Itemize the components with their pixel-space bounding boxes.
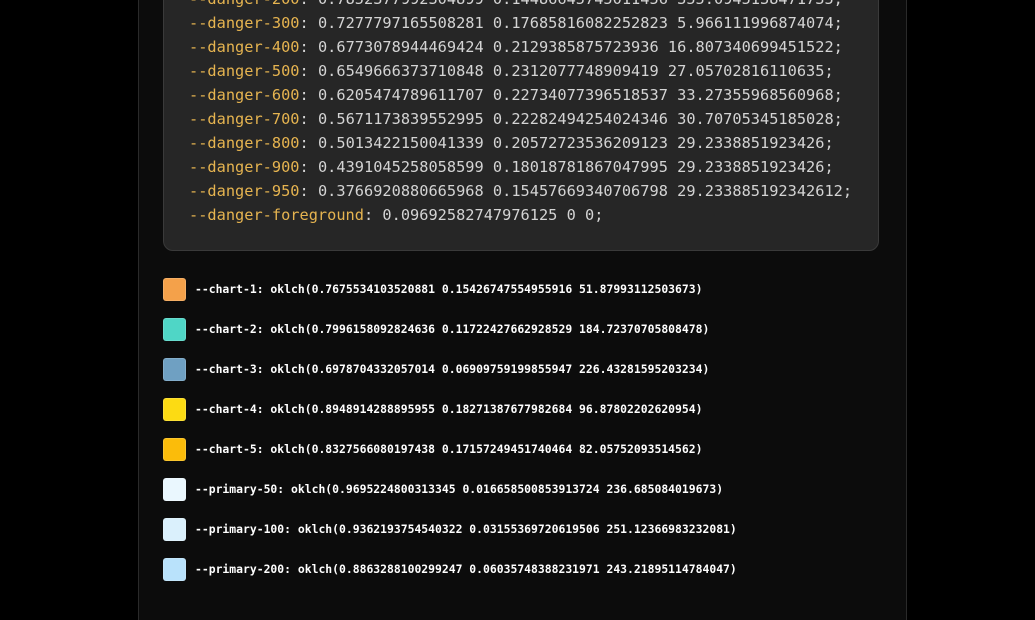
- colon: :: [299, 134, 318, 152]
- color-swatch: [163, 318, 186, 341]
- css-variable-value: 0.6549666373710848 0.2312077748909419 27…: [317, 62, 834, 80]
- css-variable-name: --danger-600: [189, 86, 300, 104]
- color-swatch: [163, 478, 186, 501]
- colon: :: [299, 158, 318, 176]
- color-swatch: [163, 438, 186, 461]
- code-line: --danger-foreground: 0.09692582747976125…: [189, 203, 603, 227]
- css-variable-value: 0.5013422150041339 0.20572723536209123 2…: [317, 134, 834, 152]
- color-swatch: [163, 518, 186, 541]
- swatch-label: --primary-50: oklch(0.9695224800313345 0…: [195, 482, 724, 496]
- swatch-label: --chart-5: oklch(0.8327566080197438 0.17…: [195, 442, 703, 456]
- code-line: --danger-600: 0.6205474789611707 0.22734…: [189, 83, 843, 107]
- swatch-label: --chart-3: oklch(0.6978704332057014 0.06…: [195, 362, 710, 376]
- css-variable-value: 0.6205474789611707 0.22734077396518537 3…: [317, 86, 843, 104]
- code-line: --danger-700: 0.5671173839552995 0.22282…: [189, 107, 843, 131]
- colon: :: [363, 206, 383, 224]
- code-line: --danger-300: 0.7277797165508281 0.17685…: [189, 11, 843, 35]
- css-variable-value: 0.7277797165508281 0.17685816082252823 5…: [317, 14, 843, 32]
- colon: :: [299, 62, 318, 80]
- code-line: --danger-800: 0.5013422150041339 0.20572…: [189, 131, 834, 155]
- css-variable-value: 0.5671173839552995 0.22282494254024346 3…: [317, 110, 843, 128]
- color-swatch: [163, 398, 186, 421]
- css-variable-name: --danger-200: [189, 0, 300, 8]
- code-line: --danger-900: 0.4391045258058599 0.18018…: [189, 155, 834, 179]
- code-line: --danger-500: 0.6549666373710848 0.23120…: [189, 59, 834, 83]
- css-variable-value: 0.09692582747976125 0 0;: [382, 206, 604, 224]
- color-swatch: [163, 278, 186, 301]
- swatch-label: --primary-200: oklch(0.8863288100299247 …: [195, 562, 737, 576]
- swatch-label: --chart-2: oklch(0.7996158092824636 0.11…: [195, 322, 710, 336]
- css-variable-name: --danger-400: [189, 38, 300, 56]
- swatch-label: --chart-4: oklch(0.8948914288895955 0.18…: [195, 402, 703, 416]
- colon: :: [300, 0, 318, 8]
- css-variable-name: --danger-300: [189, 14, 300, 32]
- colon: :: [299, 182, 318, 200]
- color-swatch: [163, 558, 186, 581]
- css-variable-value: 0.7852377992304899 0.14486645745011456 3…: [318, 0, 843, 8]
- colon: :: [299, 38, 318, 56]
- css-variable-name: --danger-900: [189, 158, 300, 176]
- css-variable-name: --danger-700: [189, 110, 300, 128]
- swatch-label: --chart-1: oklch(0.7675534103520881 0.15…: [195, 282, 703, 296]
- code-line: --danger-200: 0.7852377992304899 0.14486…: [189, 0, 843, 11]
- css-variable-name: --danger-500: [189, 62, 300, 80]
- code-line: --danger-950: 0.3766920880665968 0.15457…: [189, 179, 852, 203]
- colon: :: [299, 14, 318, 32]
- code-line: --danger-400: 0.6773078944469424 0.21293…: [189, 35, 843, 59]
- colon: :: [299, 86, 318, 104]
- color-swatch: [163, 358, 186, 381]
- css-variable-value: 0.4391045258058599 0.18018781867047995 2…: [317, 158, 834, 176]
- css-variable-value: 0.6773078944469424 0.2129385875723936 16…: [317, 38, 843, 56]
- css-variable-name: --danger-950: [189, 182, 300, 200]
- css-variable-value: 0.3766920880665968 0.15457669340706798 2…: [317, 182, 853, 200]
- swatch-label: --primary-100: oklch(0.9362193754540322 …: [195, 522, 737, 536]
- css-variable-name: --danger-800: [189, 134, 300, 152]
- css-variable-name: --danger-foreground: [189, 206, 364, 224]
- colon: :: [299, 110, 318, 128]
